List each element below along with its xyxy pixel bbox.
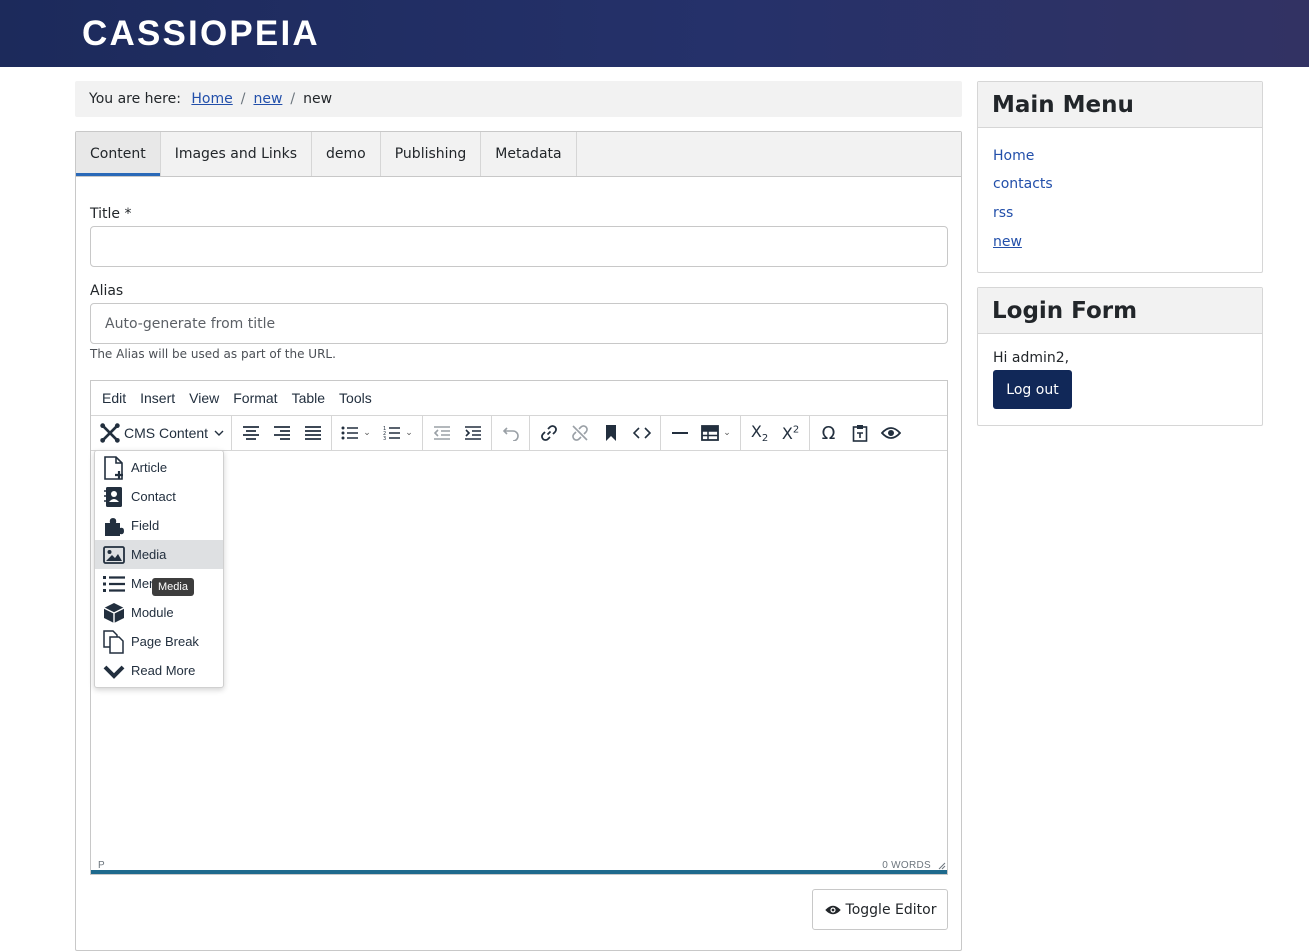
bookmark-icon[interactable] [595,419,626,447]
breadcrumb-home-link[interactable]: Home [191,91,232,107]
chevron-down-icon [214,428,224,438]
dropdown-item-label: Read More [131,663,196,678]
table-icon[interactable]: ⌄ [695,419,737,447]
site-header: CASSIOPEIA [0,0,1309,67]
login-form-module: Login Form Hi admin2, Log out [977,287,1263,426]
menu-table[interactable]: Table [285,390,332,406]
align-justify-icon[interactable] [297,419,328,447]
editor-focus-bar [91,870,947,874]
toggle-editor-label: Toggle Editor [845,901,937,918]
unlink-icon[interactable] [564,419,595,447]
editor-menubar: Edit Insert View Format Table Tools [91,381,947,416]
tab-publishing[interactable]: Publishing [381,132,482,176]
link-icon[interactable] [533,419,564,447]
dropdown-item-read-more[interactable]: Read More [95,656,223,685]
source-code-icon[interactable] [626,419,657,447]
chevron-down-icon [102,659,126,683]
menu-view[interactable]: View [182,390,226,406]
site-brand[interactable]: CASSIOPEIA [82,14,320,54]
menu-format[interactable]: Format [226,390,284,406]
numbered-list-icon[interactable]: 1 2 3 ⌄ [377,419,419,447]
main-menu-item-home[interactable]: Home [993,148,1034,164]
dropdown-item-label: Media [131,547,167,562]
list-icon [102,572,126,596]
toggle-editor-button[interactable]: Toggle Editor [812,889,948,930]
dropdown-item-label: Contact [131,489,176,504]
breadcrumb-current: new [303,91,333,107]
logout-button[interactable]: Log out [993,370,1072,409]
title-label: Title * [90,206,132,222]
file-plus-icon [102,455,126,480]
login-form-title: Login Form [978,288,1262,334]
bullet-list-icon[interactable]: ⌄ [335,419,377,447]
title-input[interactable] [90,226,948,267]
cube-icon [102,601,126,625]
alias-hint: The Alias will be used as part of the UR… [90,347,336,361]
tab-images-and-links[interactable]: Images and Links [161,132,313,176]
main-menu-module: Main Menu Home contacts rss new [977,81,1263,273]
breadcrumb: You are here: Home / new / new [75,81,962,117]
cms-content-dropdown: Article Contact Field Media Menu Module … [94,450,224,688]
joomla-icon [99,422,121,444]
login-greeting: Hi admin2, [993,350,1070,366]
dropdown-item-label: Module [131,605,174,620]
dropdown-item-field[interactable]: Field [95,511,223,540]
copy-icon [102,629,126,654]
main-menu-item-contacts[interactable]: contacts [993,176,1053,192]
tab-demo[interactable]: demo [312,132,381,176]
horizontal-rule-icon[interactable] [664,419,695,447]
dropdown-item-media[interactable]: Media [95,540,223,569]
main-menu-title: Main Menu [978,82,1262,128]
dropdown-item-label: Page Break [131,634,199,649]
dropdown-item-contact[interactable]: Contact [95,482,223,511]
paste-text-icon[interactable] [844,419,875,447]
subscript-icon[interactable]: X2 [744,419,775,447]
dropdown-item-label: Field [131,518,160,533]
dropdown-item-article[interactable]: Article [95,453,223,482]
main-menu-item-new[interactable]: new [993,234,1022,250]
tab-bar: Content Images and Links demo Publishing… [76,132,961,177]
preview-eye-icon[interactable] [875,419,906,447]
indent-icon[interactable] [457,419,488,447]
undo-icon[interactable] [495,419,526,447]
main-menu-item-rss[interactable]: rss [993,205,1013,221]
breadcrumb-separator: / [240,91,246,107]
dropdown-item-module[interactable]: Module [95,598,223,627]
tooltip: Media [152,578,194,596]
puzzle-icon [102,514,126,538]
align-right-icon[interactable] [266,419,297,447]
svg-text:3: 3 [383,436,386,441]
menu-insert[interactable]: Insert [133,390,182,406]
tab-content[interactable]: Content [76,132,161,176]
image-icon [102,543,126,567]
alias-input[interactable] [90,303,948,344]
cms-content-label: CMS Content [124,425,209,441]
menu-tools[interactable]: Tools [332,390,379,406]
eye-icon [824,904,842,916]
outdent-icon[interactable] [426,419,457,447]
superscript-icon[interactable]: X2 [775,419,806,447]
breadcrumb-separator: / [290,91,296,107]
special-character-icon[interactable]: Ω [813,419,844,447]
tab-metadata[interactable]: Metadata [481,132,577,176]
address-book-icon [102,485,126,509]
menu-edit[interactable]: Edit [95,390,133,406]
alias-label: Alias [90,283,124,299]
breadcrumb-new-link[interactable]: new [253,91,282,107]
dropdown-item-label: Article [131,460,168,475]
align-center-icon[interactable] [235,419,266,447]
dropdown-item-page-break[interactable]: Page Break [95,627,223,656]
breadcrumb-prefix: You are here: [89,91,181,107]
editor-toolbar: CMS Content ⌄ 1 2 3 ⌄ ⌄ X2 X2 Ω [91,415,947,451]
cms-content-button[interactable]: CMS Content [95,419,228,447]
